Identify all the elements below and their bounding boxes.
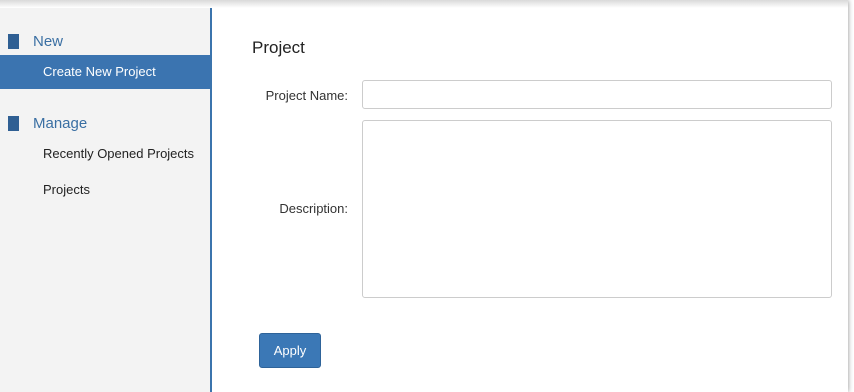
description-label: Description:	[279, 201, 348, 216]
sidebar-item-create-new-project[interactable]: Create New Project	[0, 55, 210, 89]
app-window: New Create New Project Manage Recently O…	[0, 0, 848, 392]
sidebar-section-new: New	[0, 32, 210, 52]
section-marker-icon	[8, 116, 19, 131]
project-name-input[interactable]	[362, 80, 832, 109]
sidebar-section-title-new: New	[33, 33, 64, 50]
sidebar-section-title-manage: Manage	[33, 115, 88, 132]
sidebar-item-recently-opened-projects[interactable]: Recently Opened Projects	[0, 137, 210, 171]
sidebar-item-projects[interactable]: Projects	[0, 173, 210, 207]
window-top-shade	[0, 0, 848, 8]
sidebar: New Create New Project Manage Recently O…	[0, 8, 212, 392]
page-title: Project	[252, 38, 305, 57]
description-textarea[interactable]	[362, 120, 832, 298]
sidebar-section-manage: Manage	[0, 114, 210, 134]
project-name-label: Project Name:	[265, 88, 348, 103]
main-panel: Project Project Name: Description: Apply	[212, 8, 848, 392]
apply-button[interactable]: Apply	[259, 333, 321, 368]
section-marker-icon	[8, 34, 19, 49]
